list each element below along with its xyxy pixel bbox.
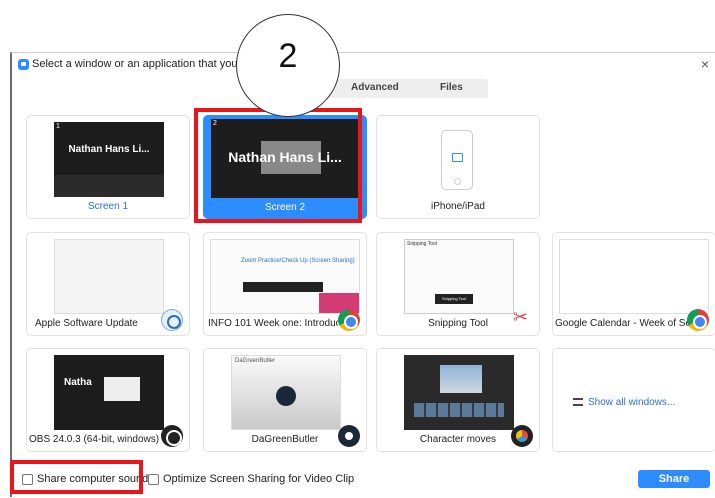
window-thumbnail: DaGreenButler xyxy=(231,355,341,430)
steam-icon xyxy=(338,425,360,447)
tile-label: Screen 1 xyxy=(87,201,129,212)
window-thumbnail xyxy=(559,239,709,314)
davinci-icon xyxy=(511,425,533,447)
thumb-title: Snipping Tool xyxy=(407,241,437,247)
tile-label: Google Calendar - Week of Septe... xyxy=(555,318,691,329)
window-thumbnail: Natha xyxy=(54,355,164,430)
thumb-text: Nathan Hans Li... xyxy=(68,144,150,155)
tile-apple-software-update[interactable]: Apple Software Update xyxy=(26,232,190,336)
iphone-icon xyxy=(441,130,473,190)
window-thumbnail: Zoom Practice/Check Up (Screen Sharing) xyxy=(210,239,360,314)
step-number: 2 xyxy=(278,37,298,75)
screen-2-highlight xyxy=(194,108,362,223)
chrome-icon xyxy=(338,309,360,331)
tile-label: OBS 24.0.3 (64-bit, windows) - Pr... xyxy=(29,434,161,445)
optimize-video-checkbox[interactable] xyxy=(148,474,159,485)
windows-stack-icon xyxy=(573,398,583,407)
thumb-text: Zoom Practice/Check Up (Screen Sharing) xyxy=(241,258,355,264)
tile-obs[interactable]: Natha OBS 24.0.3 (64-bit, windows) - Pr.… xyxy=(26,348,190,452)
window-thumbnail: Snipping Tool Snipping Tool xyxy=(404,239,514,314)
tile-info-101[interactable]: Zoom Practice/Check Up (Screen Sharing) … xyxy=(203,232,367,336)
obs-icon xyxy=(161,425,183,447)
title-bar: Select a window or an application that y… xyxy=(12,53,715,75)
snipping-tool-icon xyxy=(511,307,533,331)
tile-label: INFO 101 Week one: Introduction... xyxy=(208,318,338,329)
step-number-callout: 2 xyxy=(236,14,340,117)
share-screen-dialog: Select a window or an application that y… xyxy=(10,52,715,497)
thumb-text: Snipping Tool xyxy=(435,294,473,304)
window-thumbnail xyxy=(54,239,164,314)
tile-dagreenbutler[interactable]: DaGreenButler DaGreenButler xyxy=(203,348,367,452)
tile-screen-1[interactable]: 1 Nathan Hans Li... Screen 1 xyxy=(26,115,190,219)
screen-1-thumbnail: 1 Nathan Hans Li... xyxy=(54,122,164,197)
tab-advanced[interactable]: Advanced xyxy=(351,82,399,93)
window-thumbnail xyxy=(404,355,514,430)
optimize-video-label: Optimize Screen Sharing for Video Clip xyxy=(163,473,355,485)
show-all-windows-link[interactable]: Show all windows... xyxy=(573,397,675,408)
tile-google-calendar[interactable]: Google Calendar - Week of Septe... xyxy=(552,232,715,336)
tile-character-moves[interactable]: Character moves xyxy=(376,348,540,452)
zoom-app-icon xyxy=(18,59,29,70)
chrome-icon xyxy=(687,309,709,331)
tile-iphone-ipad[interactable]: iPhone/iPad xyxy=(376,115,540,219)
close-icon[interactable]: × xyxy=(701,56,709,72)
apple-software-update-icon xyxy=(161,309,183,331)
show-all-label: Show all windows... xyxy=(588,397,676,408)
tile-label: iPhone/iPad xyxy=(431,201,485,212)
thumb-text: DaGreenButler xyxy=(235,358,276,364)
share-sound-highlight xyxy=(10,460,143,494)
tile-snipping-tool[interactable]: Snipping Tool Snipping Tool Snipping Too… xyxy=(376,232,540,336)
share-button[interactable]: Share xyxy=(638,470,710,488)
tab-files[interactable]: Files xyxy=(440,82,463,93)
show-all-windows-tile[interactable]: Show all windows... xyxy=(552,348,715,452)
screen-number: 1 xyxy=(56,123,60,130)
